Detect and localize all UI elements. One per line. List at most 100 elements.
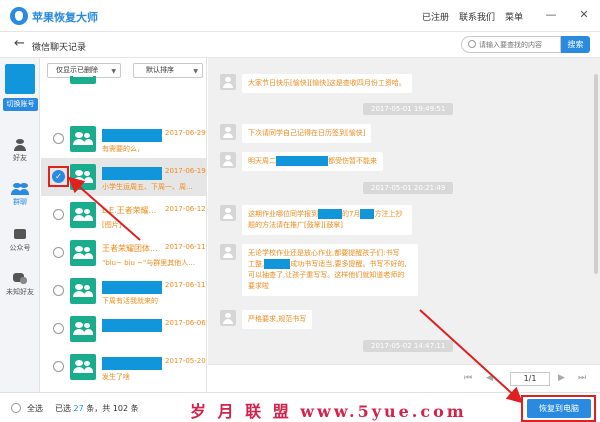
- group-name: [102, 319, 162, 332]
- group-list-item[interactable]: 王者荣耀团体... 2017-06-11 "biu~ biu ~"与群里其他人...: [41, 234, 207, 272]
- group-name: [102, 357, 162, 370]
- nav-item-official-accounts[interactable]: 公众号: [0, 226, 40, 260]
- group-list-item[interactable]: 2017-05-20 发生了啥: [41, 348, 207, 386]
- nav-item-label: 公众号: [9, 244, 31, 252]
- group-avatar-icon: [70, 76, 96, 84]
- select-radio[interactable]: [53, 247, 64, 258]
- message-text: 无论学校作业还是放心作业,都要提醒孩子们:书写: [248, 249, 400, 257]
- last-page-icon[interactable]: ⏭: [578, 373, 586, 383]
- sender-avatar: [220, 310, 236, 326]
- group-avatar-icon: [70, 240, 96, 266]
- group-name: 王者荣耀团体...: [102, 244, 158, 253]
- bottom-bar: 全选 已选 27 条，共 102 条 岁 月 联 盟 www.5yue.com …: [0, 392, 600, 422]
- group-list-panel: 仅显示已删除 ▼ 默认排序 ▼ 2017-06-29 有需要的么， ✓ 2017-06…: [41, 58, 247, 392]
- masked-name: [360, 209, 375, 219]
- select-radio[interactable]: [53, 133, 64, 144]
- group-date: 2017-06-11: [165, 243, 206, 251]
- person-icon: [13, 139, 27, 151]
- message-text: 都受伤暂不能来: [328, 157, 377, 165]
- group-avatar-icon: [70, 316, 96, 342]
- unknown-friend-icon: [13, 273, 27, 285]
- app-title: 苹果恢复大师: [32, 11, 98, 24]
- group-last-message: "biu~ biu ~"与群里其他人...: [102, 259, 195, 267]
- first-page-icon[interactable]: ⏮: [464, 373, 472, 383]
- recover-to-computer-button[interactable]: 恢复到电脑: [527, 399, 591, 418]
- group-last-message: 有需要的么，: [102, 145, 144, 153]
- select-radio[interactable]: [53, 361, 64, 372]
- chat-message: 大家节日快乐[愉快][愉快]这是查收四月份工资哈。: [242, 74, 412, 93]
- next-page-icon[interactable]: ▶: [558, 373, 565, 383]
- nav-item-group-chat[interactable]: 群聊: [0, 180, 40, 214]
- group-avatar-icon: [70, 354, 96, 380]
- nav-item-label: 好友: [13, 154, 27, 162]
- group-last-message: 下周有活我就来的: [102, 297, 158, 305]
- group-avatar-icon: [70, 164, 96, 190]
- pager: ⏮ ◀ 1/1 ▶ ⏭: [208, 364, 600, 392]
- annotation-highlight-box: [48, 166, 69, 187]
- nav-item-label: 群聊: [13, 198, 27, 206]
- sender-avatar: [220, 244, 236, 260]
- group-icon: [11, 183, 29, 195]
- chat-timestamp: 2017-05-01 19:49:51: [363, 103, 454, 115]
- group-list-item[interactable]: 2017-06-29 有需要的么，: [41, 120, 207, 158]
- app-logo-icon: [10, 7, 28, 25]
- group-avatar-icon: [70, 202, 96, 228]
- select-radio[interactable]: [53, 285, 64, 296]
- select-all-label[interactable]: 全选: [27, 403, 43, 414]
- masked-name: [276, 156, 328, 166]
- message-text: 的7月: [342, 210, 361, 218]
- nav-item-unknown-friends[interactable]: 未知好友: [0, 270, 40, 304]
- chat-message: 明天周二 都受伤暂不能来: [242, 152, 383, 171]
- group-list-item[interactable]: L.E.王者荣耀... 2017-06-12 [图片]: [41, 196, 207, 234]
- chat-message: 无论学校作业还是放心作业,都要提醒孩子们:书写 工整, 成功书写适当,要多提醒。书…: [242, 244, 418, 296]
- chat-message: 严格要求,规范书写: [242, 310, 313, 329]
- group-list-item[interactable]: [41, 76, 207, 86]
- group-name: L.E.王者荣耀...: [102, 206, 157, 215]
- search-input[interactable]: [479, 39, 559, 51]
- menu-link[interactable]: 菜单: [505, 10, 523, 23]
- message-text: 明天周二: [248, 157, 276, 165]
- sender-avatar: [220, 205, 236, 221]
- selected-prefix: 已选: [55, 404, 71, 413]
- masked-name: [264, 259, 291, 269]
- watermark-text: 岁 月 联 盟 www.5yue.com: [190, 402, 467, 421]
- sender-avatar: [220, 152, 236, 168]
- chat-timestamp: 2017-05-02 14:47:11: [363, 340, 454, 352]
- select-value: 仅显示已删除: [56, 66, 98, 74]
- selected-suffix: 条，共 102 条: [86, 404, 139, 413]
- message-text: 成功书写适当,要多提醒。书写不好的,: [290, 260, 407, 268]
- close-button[interactable]: ✕: [578, 9, 590, 21]
- group-list-item[interactable]: ✓ 2017-06-19 小学生运周五、下周一、周...: [41, 158, 207, 196]
- selected-count: 27: [73, 404, 84, 413]
- chat-message: 这期作业哪位同学报到 的7月 方注上抄题的方法请在推广[鼓掌][鼓掌]: [242, 205, 412, 235]
- sender-avatar: [220, 74, 236, 90]
- group-last-message: 小学生运周五、下周一、周...: [102, 183, 193, 191]
- nav-item-friends[interactable]: 好友: [0, 136, 40, 170]
- back-arrow-icon[interactable]: ←: [14, 37, 25, 51]
- group-name: [102, 281, 162, 294]
- group-list-item[interactable]: 2017-06-06: [41, 310, 207, 348]
- selection-count: 已选 27 条，共 102 条: [55, 403, 139, 414]
- sender-avatar: [220, 124, 236, 140]
- search-box[interactable]: [461, 36, 561, 53]
- select-radio[interactable]: [53, 323, 64, 334]
- prev-page-icon[interactable]: ◀: [486, 373, 493, 383]
- group-list-item[interactable]: 2017-06-11 下周有活我就来的: [41, 272, 207, 310]
- masked-name: [318, 209, 342, 219]
- message-text: 可以抽查了,让孩子重写写。这样他们就知道老师的: [248, 271, 405, 279]
- search-button[interactable]: 搜索: [561, 36, 590, 53]
- contact-us-link[interactable]: 联系我们: [459, 10, 495, 23]
- group-name: [102, 167, 162, 180]
- message-text: 这期作业哪位同学报到: [248, 210, 318, 218]
- chat-message: 下次请同学自己记得在日历签到[愉快]: [242, 124, 372, 143]
- message-text: 工整,: [248, 260, 265, 268]
- select-radio[interactable]: [53, 209, 64, 220]
- page-indicator[interactable]: 1/1: [510, 372, 550, 386]
- app-window: 苹果恢复大师 已注册 联系我们 菜单 — ✕ ← 微信聊天记录 搜索 切换账号 …: [0, 0, 600, 422]
- chat-scrollbar[interactable]: [594, 74, 598, 274]
- switch-account-button[interactable]: 切换账号: [3, 98, 38, 111]
- registered-link[interactable]: 已注册: [422, 10, 449, 23]
- select-all-radio[interactable]: [11, 403, 21, 413]
- minimize-button[interactable]: —: [545, 9, 557, 21]
- title-bar: 苹果恢复大师 已注册 联系我们 菜单 — ✕: [0, 0, 600, 32]
